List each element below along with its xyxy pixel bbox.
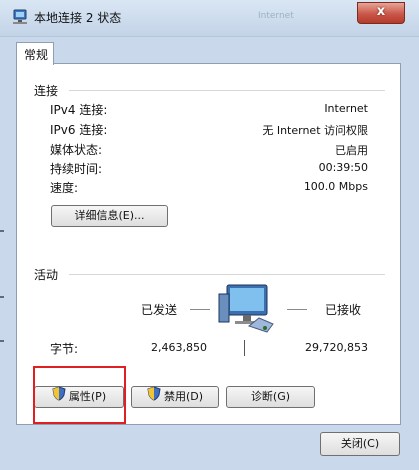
background-window-text: Internet bbox=[258, 11, 294, 21]
duration-label: 持续时间: bbox=[50, 162, 103, 176]
computer-network-icon bbox=[213, 282, 285, 341]
connection-divider bbox=[69, 90, 385, 91]
ipv4-label: IPv4 连接: bbox=[50, 103, 108, 117]
highlight-box bbox=[33, 366, 126, 424]
activity-divider bbox=[69, 274, 385, 275]
background-edge-mark bbox=[0, 296, 4, 298]
details-button[interactable]: 详细信息(E)... bbox=[51, 205, 168, 227]
background-edge-mark bbox=[0, 230, 4, 232]
media-state-label: 媒体状态: bbox=[50, 143, 103, 157]
bytes-sent-value: 2,463,850 bbox=[151, 341, 207, 354]
close-icon: x bbox=[376, 4, 386, 19]
media-state-value: 已启用 bbox=[335, 144, 368, 157]
tab-general-label: 常规 bbox=[24, 48, 49, 62]
sent-label: 已发送 bbox=[141, 303, 178, 317]
diagnose-button[interactable]: 诊断(G) bbox=[226, 386, 315, 408]
bytes-received-value: 29,720,853 bbox=[305, 341, 368, 354]
disable-button-label: 禁用(D) bbox=[163, 390, 204, 403]
duration-value: 00:39:50 bbox=[318, 161, 368, 174]
speed-label: 速度: bbox=[50, 181, 79, 195]
received-label: 已接收 bbox=[325, 303, 362, 317]
network-icon bbox=[11, 9, 29, 28]
received-line bbox=[287, 309, 307, 310]
background-edge-mark bbox=[0, 340, 4, 342]
close-button[interactable]: 关闭(C) bbox=[320, 432, 400, 456]
speed-value: 100.0 Mbps bbox=[303, 180, 368, 193]
disable-button[interactable]: 禁用(D) bbox=[131, 386, 219, 408]
ipv6-label: IPv6 连接: bbox=[50, 123, 108, 137]
tab-general[interactable]: 常规 bbox=[16, 42, 54, 65]
bytes-label: 字节: bbox=[50, 342, 79, 356]
activity-heading: 活动 bbox=[34, 268, 59, 282]
ipv4-value: Internet bbox=[324, 102, 368, 115]
window-close-button[interactable]: x bbox=[357, 2, 405, 24]
connection-heading: 连接 bbox=[34, 84, 59, 98]
shield-icon bbox=[147, 386, 161, 408]
connector-line bbox=[244, 340, 245, 356]
sent-line bbox=[190, 309, 210, 310]
title-bar: 本地连接 2 状态 Internet x bbox=[0, 0, 419, 37]
window-title: 本地连接 2 状态 bbox=[34, 11, 122, 25]
ipv6-value: 无 Internet 访问权限 bbox=[262, 124, 368, 137]
